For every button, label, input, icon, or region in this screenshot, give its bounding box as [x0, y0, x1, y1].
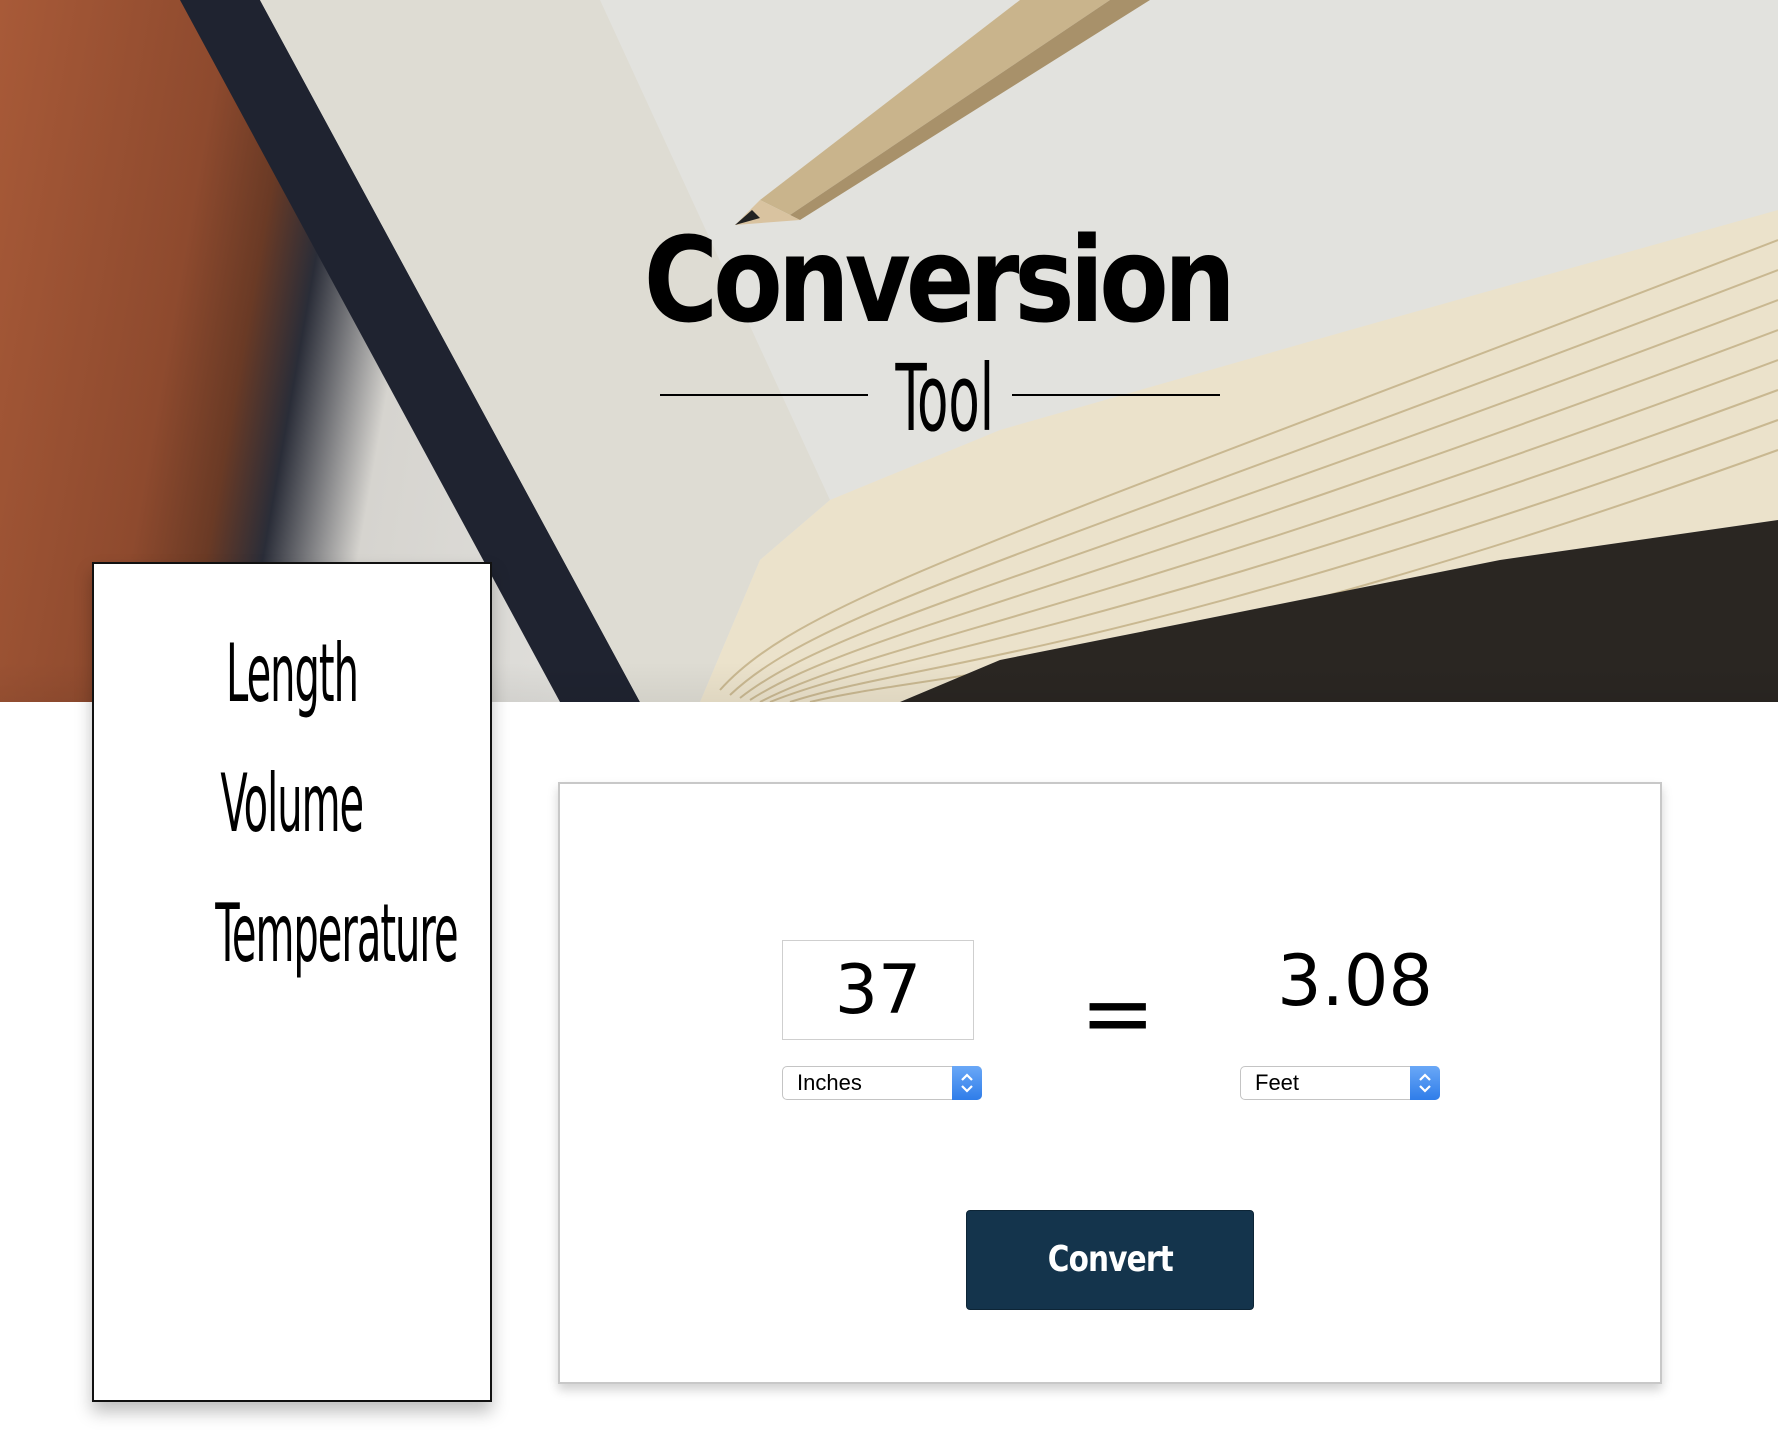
- sidebar-item-label: Volume: [220, 757, 365, 850]
- convert-button[interactable]: Convert: [966, 1210, 1254, 1310]
- subtitle-divider-right: [1012, 394, 1220, 396]
- select-stepper-icon: [952, 1066, 982, 1100]
- app-subtitle: Tool: [895, 345, 995, 452]
- subtitle-divider-left: [660, 394, 868, 396]
- sidebar-item-label: Temperature: [215, 887, 458, 980]
- converter-card: = 3.08 Inches Feet Convert: [558, 782, 1662, 1384]
- from-unit-select[interactable]: Inches: [782, 1066, 982, 1100]
- sidebar-item-volume[interactable]: Volume: [94, 754, 490, 854]
- to-unit-select[interactable]: Feet: [1240, 1066, 1440, 1100]
- sidebar-item-temperature[interactable]: Temperature: [94, 884, 490, 984]
- select-stepper-icon: [1410, 1066, 1440, 1100]
- sidebar-item-length[interactable]: Length: [94, 624, 490, 724]
- app-title: Conversion: [643, 211, 1236, 349]
- from-unit-label: Inches: [797, 1070, 862, 1095]
- category-sidebar: Length Volume Temperature: [92, 562, 492, 1402]
- app-title-block: Conversion: [0, 220, 1778, 340]
- result-value: 3.08: [1277, 940, 1433, 1022]
- sidebar-item-label: Length: [226, 627, 359, 720]
- app-subtitle-row: Tool: [660, 345, 1220, 452]
- equals-sign: =: [1080, 961, 1156, 1066]
- to-unit-label: Feet: [1255, 1070, 1300, 1095]
- convert-button-label: Convert: [1047, 1239, 1173, 1280]
- value-input[interactable]: [782, 940, 974, 1040]
